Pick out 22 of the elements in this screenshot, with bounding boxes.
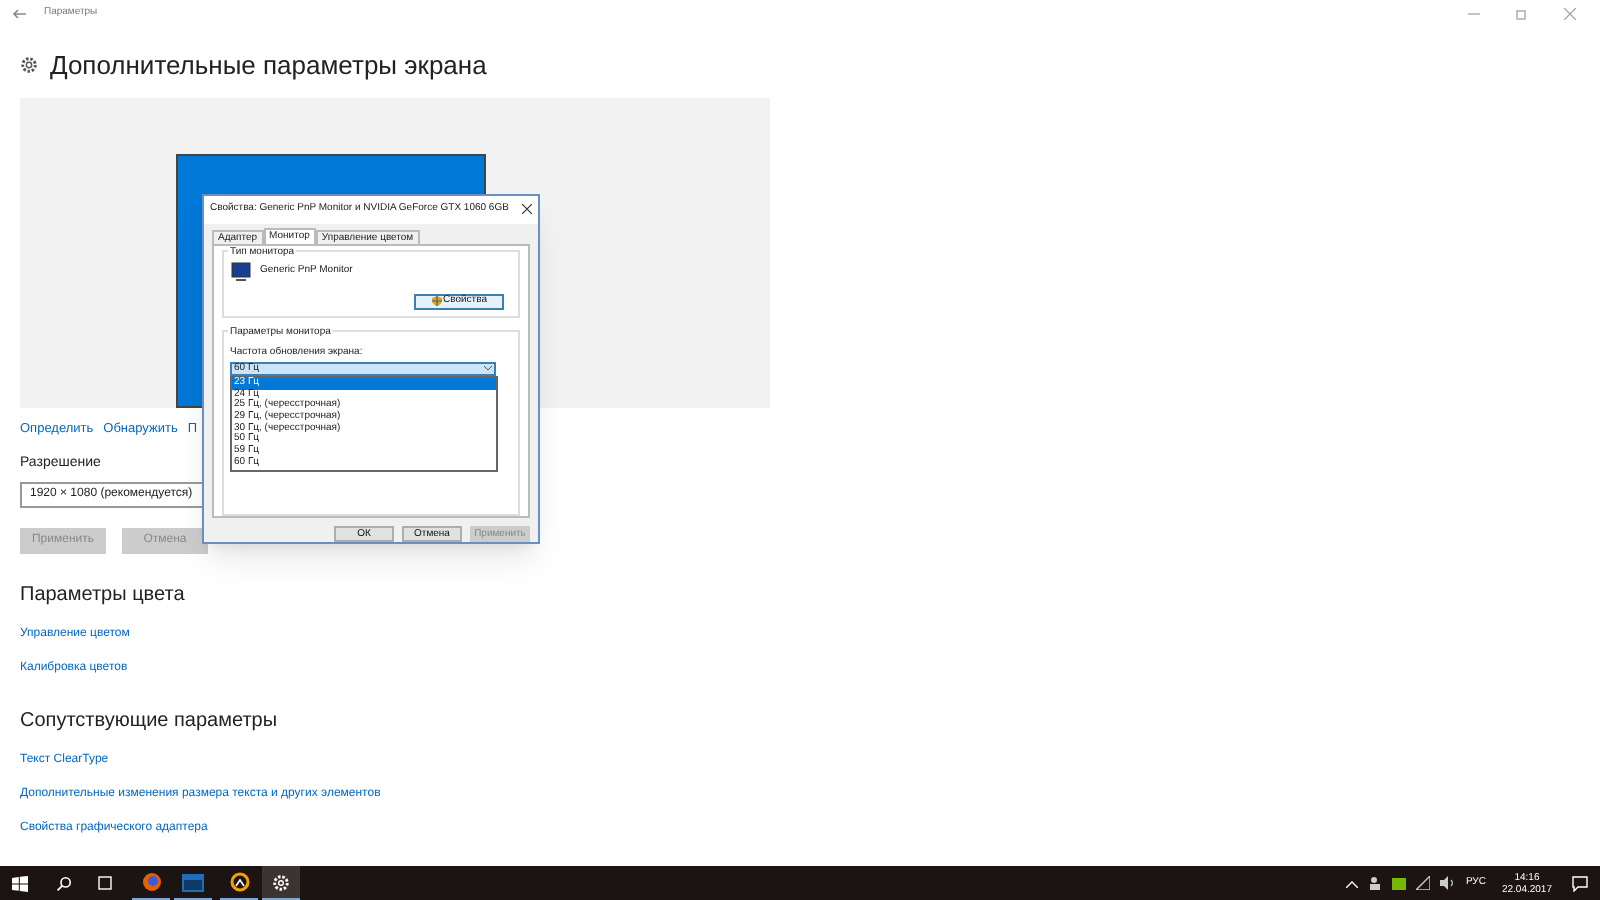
window-icon — [182, 873, 204, 891]
page-title: Дополнительные параметры экрана — [50, 48, 487, 84]
windows-logo-icon[interactable] — [12, 875, 28, 891]
section-title: Сопутствующие параметры — [20, 707, 280, 736]
gear-icon — [272, 873, 290, 891]
chevron-down-icon — [484, 365, 492, 372]
ring-logo-icon — [229, 872, 249, 892]
close-icon[interactable] — [522, 204, 532, 215]
section-title: Параметры цвета — [20, 581, 187, 610]
notification-icon[interactable] — [1572, 875, 1588, 891]
back-arrow-icon[interactable] — [12, 8, 28, 20]
search-icon[interactable] — [56, 875, 72, 891]
people-icon[interactable] — [1367, 876, 1382, 890]
chevron-up-icon[interactable] — [1345, 879, 1358, 887]
task-view-icon[interactable] — [96, 876, 114, 890]
fox-globe-icon — [141, 872, 161, 892]
settings-taskbar-button[interactable] — [262, 866, 300, 900]
shield-icon — [431, 296, 442, 307]
network-icon[interactable] — [1415, 876, 1430, 890]
gear-icon — [20, 56, 38, 75]
monitor-icon — [230, 261, 252, 282]
speaker-icon[interactable] — [1439, 876, 1456, 890]
